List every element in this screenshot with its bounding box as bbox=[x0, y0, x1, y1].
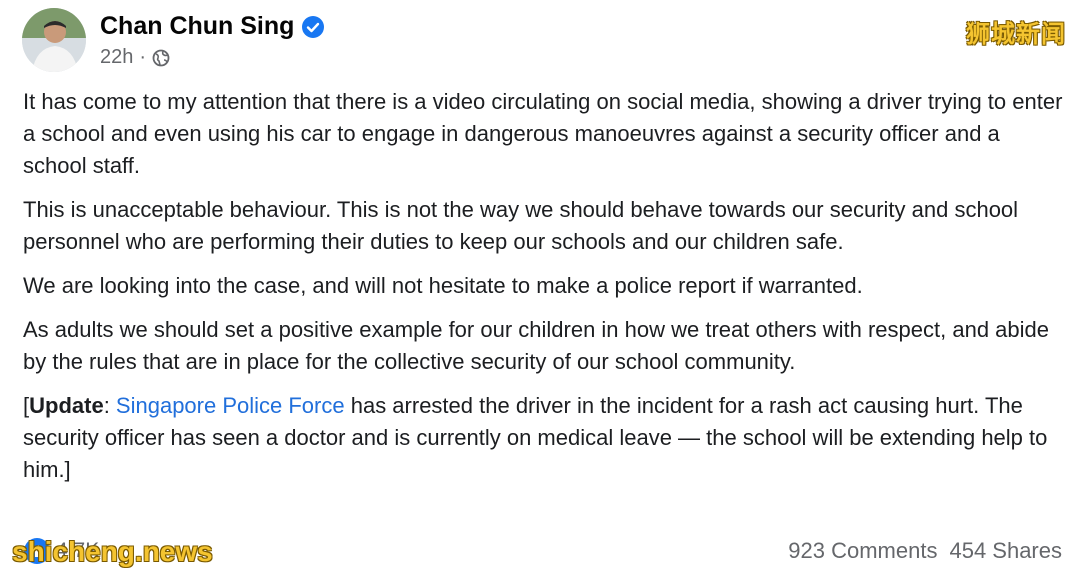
post-paragraph-4: As adults we should set a positive examp… bbox=[23, 317, 1049, 374]
post-paragraph-2: This is unacceptable behaviour. This is … bbox=[23, 197, 1019, 254]
post-footer: 4.7K shicheng.news 923 Comments 454 Shar… bbox=[0, 530, 1080, 575]
post-header: Chan Chun Sing 22h · bbox=[22, 8, 1058, 74]
verified-badge-icon bbox=[302, 15, 325, 38]
engagement-counts: 923 Comments 454 Shares bbox=[788, 538, 1062, 564]
avatar[interactable] bbox=[22, 8, 86, 72]
update-colon: : bbox=[103, 393, 116, 418]
post-paragraph-1: It has come to my attention that there i… bbox=[23, 89, 1063, 178]
update-label: Update bbox=[29, 393, 104, 418]
watermark-top-right: 狮城新闻 bbox=[966, 21, 1066, 48]
post-update-paragraph: [Update: Singapore Police Force has arre… bbox=[23, 390, 1063, 486]
post-meta: 22h · bbox=[100, 46, 170, 69]
comments-count[interactable]: 923 Comments bbox=[788, 538, 937, 564]
author-name[interactable]: Chan Chun Sing bbox=[100, 12, 294, 41]
post-paragraph-3: We are looking into the case, and will n… bbox=[23, 273, 863, 298]
globe-icon bbox=[152, 49, 170, 67]
author-name-row: Chan Chun Sing bbox=[100, 12, 325, 41]
watermark-bottom-left: shicheng.news bbox=[12, 536, 213, 567]
post-body: It has come to my attention that there i… bbox=[23, 86, 1063, 498]
post-time[interactable]: 22h bbox=[100, 46, 133, 69]
shares-count[interactable]: 454 Shares bbox=[949, 538, 1062, 564]
singapore-police-force-link[interactable]: Singapore Police Force bbox=[116, 393, 345, 418]
meta-separator: · bbox=[139, 46, 147, 68]
